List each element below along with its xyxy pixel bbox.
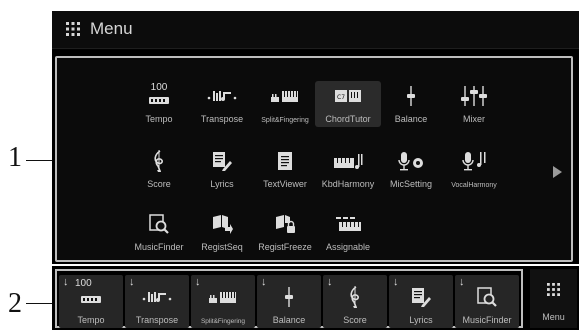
score-icon	[126, 150, 192, 172]
menu-button[interactable]: Menu	[530, 269, 577, 328]
menu-item-label: VocalHarmony	[451, 182, 497, 189]
regist-seq-icon	[189, 213, 255, 235]
registration-bar: ↓ 100 Tempo ↓ Transpose ↓ Split&Fingerin…	[52, 266, 579, 330]
registered-tempo-button[interactable]: ↓ 100 Tempo	[59, 275, 123, 328]
registered-label: Tempo	[77, 315, 105, 325]
balance-icon	[257, 287, 321, 307]
next-page-arrow-icon[interactable]	[553, 166, 562, 178]
registered-balance-button[interactable]: ↓ Balance	[257, 275, 321, 328]
registered-lyrics-button[interactable]: ↓ Lyrics	[389, 275, 453, 328]
tempo-value: 100	[150, 82, 168, 93]
split-fingering-icon	[191, 287, 255, 307]
balance-icon	[378, 85, 444, 107]
kbd-harmony-icon	[315, 150, 381, 172]
split-fingering-icon	[252, 85, 318, 107]
registered-label: MusicFinder	[462, 315, 512, 325]
registered-split-fingering-button[interactable]: ↓ Split&Fingering	[191, 275, 255, 328]
mixer-icon	[441, 85, 507, 107]
tempo-icon: 100	[126, 82, 192, 107]
score-icon	[323, 286, 387, 308]
menu-grid-icon	[66, 22, 80, 36]
callout-1-line	[26, 160, 53, 161]
registered-label: Score	[343, 315, 367, 325]
menu-button-label: Menu	[542, 312, 565, 322]
transpose-icon	[189, 85, 255, 107]
vocal-harmony-icon	[441, 150, 507, 172]
text-viewer-icon	[252, 150, 318, 172]
menu-item-vocal-harmony[interactable]: VocalHarmony	[441, 146, 507, 192]
registered-score-button[interactable]: ↓ Score	[323, 275, 387, 328]
callout-2: 2	[8, 288, 22, 319]
regist-freeze-icon	[252, 213, 318, 235]
registered-label: Lyrics	[409, 315, 433, 325]
page-title: Menu	[90, 19, 133, 38]
lyrics-icon	[389, 287, 453, 307]
callout-1: 1	[8, 142, 22, 173]
registered-music-finder-button[interactable]: ↓ MusicFinder	[455, 275, 519, 328]
registered-label: Split&Fingering	[200, 318, 246, 325]
menu-icon-panel: 100 Tempo Transpose Split&Fingering C7 C…	[55, 56, 573, 262]
registered-transpose-button[interactable]: ↓ Transpose	[125, 275, 189, 328]
title-bar: Menu	[52, 11, 579, 49]
callout-2-line	[26, 303, 55, 304]
registered-label: Balance	[272, 315, 306, 325]
assignable-icon	[315, 213, 381, 235]
music-finder-icon	[455, 287, 519, 307]
menu-item-label: Assignable	[325, 242, 371, 252]
menu-item-assignable[interactable]: Assignable	[315, 209, 381, 255]
svg-text:C7: C7	[337, 94, 345, 101]
registration-frame: ↓ 100 Tempo ↓ Transpose ↓ Split&Fingerin…	[55, 269, 523, 328]
menu-item-mixer[interactable]: Mixer	[441, 81, 507, 127]
menu-grid-icon	[530, 283, 577, 296]
tempo-icon	[59, 287, 123, 307]
registered-label: Transpose	[135, 315, 179, 325]
chord-tutor-icon: C7	[315, 85, 381, 107]
main-menu-screen: Menu 100 Tempo Transpose Split&Fingering	[52, 11, 579, 264]
menu-item-label: Mixer	[463, 114, 485, 124]
lyrics-icon	[189, 150, 255, 172]
music-finder-icon	[126, 213, 192, 235]
transpose-icon	[125, 287, 189, 307]
mic-setting-icon	[378, 150, 444, 172]
